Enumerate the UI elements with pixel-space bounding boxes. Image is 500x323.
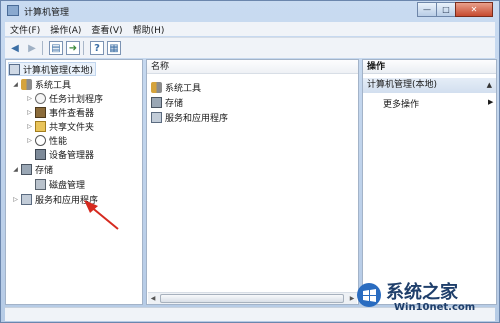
- tree-item-services-apps[interactable]: ▷ 服务和应用程序: [12, 192, 98, 206]
- tree-item-shared-folders[interactable]: ▷ 共享文件夹: [26, 119, 94, 133]
- system-tools-icon: [21, 78, 32, 90]
- tree-item-label: 计算机管理(本地): [23, 65, 94, 76]
- tree-item-label: 任务计划程序: [49, 94, 104, 105]
- actions-header: 操作: [363, 60, 496, 74]
- list-item-label: 服务和应用程序: [165, 113, 229, 124]
- actions-section-root[interactable]: 计算机管理(本地) ▲: [363, 78, 496, 93]
- expand-arrow-icon[interactable]: ▷: [26, 123, 33, 130]
- horizontal-scrollbar[interactable]: ◀ ▶: [148, 292, 357, 304]
- actions-pane: 操作 计算机管理(本地) ▲ 更多操作 ▶: [362, 59, 497, 305]
- help-icon[interactable]: ?: [90, 41, 104, 55]
- column-header-name[interactable]: 名称: [147, 60, 358, 74]
- collapse-arrow-icon[interactable]: ◢: [12, 81, 19, 88]
- shared-folders-icon: [35, 120, 46, 132]
- close-button[interactable]: ✕: [455, 2, 493, 17]
- scrollbar-thumb[interactable]: [160, 294, 344, 303]
- tree-item-label: 系统工具: [35, 80, 72, 91]
- menu-help[interactable]: 帮助(H): [128, 23, 170, 36]
- list-item-label: 存储: [165, 98, 184, 109]
- navigation-tree: 计算机管理(本地) ◢ 系统工具 ▷ 任务计划程序 ▷ 事件查看器 ▷ 共享文件…: [5, 59, 143, 305]
- scroll-left-icon[interactable]: ◀: [148, 294, 158, 303]
- tree-item-storage[interactable]: ◢ 存储: [12, 162, 53, 176]
- more-actions-link[interactable]: 更多操作: [383, 97, 419, 110]
- storage-icon: [21, 163, 32, 175]
- computer-management-icon: [7, 5, 19, 16]
- forward-icon[interactable]: ▶: [25, 41, 39, 55]
- event-viewer-icon: [35, 106, 46, 118]
- device-manager-icon: [35, 148, 46, 160]
- tree-item-label: 事件查看器: [49, 108, 95, 119]
- performance-icon: [35, 134, 46, 146]
- minimize-button[interactable]: —: [417, 2, 437, 17]
- menu-file[interactable]: 文件(F): [5, 23, 45, 36]
- task-scheduler-icon: [35, 92, 46, 104]
- tree-item-event-viewer[interactable]: ▷ 事件查看器: [26, 105, 94, 119]
- collapse-caret-icon[interactable]: ▲: [487, 78, 492, 93]
- list-item[interactable]: 服务和应用程序: [151, 110, 228, 124]
- tree-item-root[interactable]: 计算机管理(本地): [8, 62, 97, 76]
- tree-item-disk-management[interactable]: 磁盘管理: [35, 177, 85, 191]
- disk-management-icon: [35, 178, 46, 190]
- computer-icon: [9, 63, 20, 75]
- tree-item-label: 设备管理器: [49, 150, 95, 161]
- computer-management-window: 计算机管理 — □ ✕ 文件(F) 操作(A) 查看(V) 帮助(H) ◀ ▶ …: [0, 0, 500, 323]
- services-apps-icon: [151, 111, 162, 123]
- toolbar: ◀ ▶ ▤ ➜ ? ▦: [5, 37, 495, 58]
- toolbar-separator: [42, 41, 43, 55]
- tree-item-label: 存储: [35, 165, 54, 176]
- actions-section-label: 计算机管理(本地): [367, 80, 438, 90]
- submenu-arrow-icon[interactable]: ▶: [488, 98, 493, 106]
- list-item-label: 系统工具: [165, 83, 202, 94]
- tree-item-label: 性能: [49, 136, 68, 147]
- tree-item-task-scheduler[interactable]: ▷ 任务计划程序: [26, 91, 103, 105]
- list-item[interactable]: 系统工具: [151, 80, 201, 94]
- services-apps-icon: [21, 193, 32, 205]
- toolbar-separator: [83, 41, 84, 55]
- title-bar[interactable]: 计算机管理 — □ ✕: [1, 1, 499, 21]
- menu-bar: 文件(F) 操作(A) 查看(V) 帮助(H): [5, 22, 495, 36]
- properties-icon[interactable]: ▦: [107, 41, 121, 55]
- expand-arrow-icon[interactable]: ▷: [26, 95, 33, 102]
- watermark-url: Win10net.com: [394, 302, 476, 313]
- back-icon[interactable]: ◀: [8, 41, 22, 55]
- menu-action[interactable]: 操作(A): [45, 23, 86, 36]
- expand-arrow-icon[interactable]: ▷: [12, 196, 19, 203]
- tree-item-label: 磁盘管理: [49, 180, 86, 191]
- system-tools-icon: [151, 81, 162, 93]
- watermark-logo-icon: [357, 283, 381, 307]
- tree-item-performance[interactable]: ▷ 性能: [26, 133, 67, 147]
- export-icon[interactable]: ➜: [66, 41, 80, 55]
- collapse-arrow-icon[interactable]: ◢: [12, 166, 19, 173]
- content-list: 名称 系统工具 存储 服务和应用程序 ◀ ▶: [146, 59, 359, 305]
- menu-view[interactable]: 查看(V): [86, 23, 127, 36]
- watermark: 系统之家 Win10net.com: [356, 276, 496, 320]
- expand-arrow-icon[interactable]: ▷: [26, 109, 33, 116]
- caption-buttons: — □ ✕: [417, 2, 493, 17]
- tree-item-label: 共享文件夹: [49, 122, 95, 133]
- window-title: 计算机管理: [24, 8, 70, 18]
- tree-item-system-tools[interactable]: ◢ 系统工具: [12, 77, 71, 91]
- storage-icon: [151, 96, 162, 108]
- list-item[interactable]: 存储: [151, 95, 183, 109]
- maximize-button[interactable]: □: [436, 2, 456, 17]
- watermark-brand: 系统之家: [386, 282, 458, 303]
- tree-item-device-manager[interactable]: 设备管理器: [35, 147, 94, 161]
- show-hide-tree-icon[interactable]: ▤: [49, 41, 63, 55]
- tree-item-label: 服务和应用程序: [35, 195, 99, 206]
- expand-arrow-icon[interactable]: ▷: [26, 137, 33, 144]
